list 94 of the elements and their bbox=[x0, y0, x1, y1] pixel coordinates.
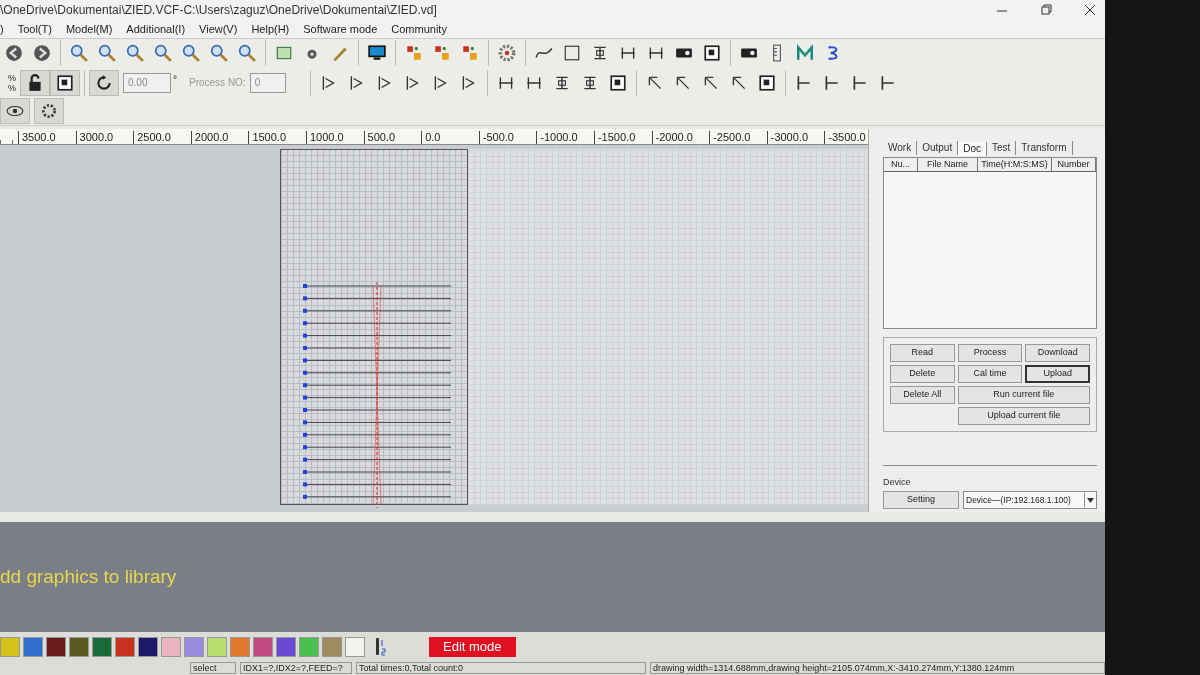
restore-icon[interactable] bbox=[1039, 3, 1053, 17]
percent-sign: % bbox=[8, 72, 16, 83]
layer-icon bbox=[376, 637, 386, 657]
color-swatch[interactable] bbox=[207, 637, 227, 657]
menu-item[interactable]: Model(M) bbox=[65, 20, 113, 38]
magnifier-icon[interactable] bbox=[238, 44, 256, 63]
square-icon[interactable] bbox=[563, 44, 581, 63]
frame-icon[interactable] bbox=[703, 44, 721, 63]
percent-sign: % bbox=[8, 82, 16, 93]
color-swatch[interactable] bbox=[0, 637, 20, 657]
ruler-label: 500.0 bbox=[363, 130, 422, 144]
message-text: dd graphics to library bbox=[0, 564, 177, 589]
lock-button[interactable] bbox=[20, 69, 50, 96]
color-swatch[interactable] bbox=[138, 637, 158, 657]
color-swatch[interactable] bbox=[276, 637, 296, 657]
edit-mode-button[interactable]: Edit mode bbox=[429, 637, 516, 657]
ruler-label: -2000.0 bbox=[651, 130, 710, 144]
nodes-icon[interactable] bbox=[433, 44, 451, 63]
magnifier-icon[interactable] bbox=[70, 44, 88, 63]
menu-item[interactable]: Additional(I) bbox=[126, 20, 186, 38]
magnifier-icon[interactable] bbox=[154, 44, 172, 63]
menu-item[interactable]: Community bbox=[391, 20, 447, 38]
forward-icon[interactable] bbox=[33, 44, 51, 63]
degree-symbol: ° bbox=[173, 72, 177, 87]
status-text: Total times:0,Total count:0 bbox=[356, 662, 646, 674]
panel-tab[interactable]: Doc bbox=[958, 141, 987, 156]
color-swatch[interactable] bbox=[161, 637, 181, 657]
panel-button[interactable]: Delete bbox=[890, 364, 955, 383]
frame-icon[interactable] bbox=[757, 73, 776, 92]
pen-icon[interactable] bbox=[331, 44, 349, 63]
settings-button[interactable] bbox=[34, 98, 64, 125]
color-swatch[interactable] bbox=[230, 637, 250, 657]
frame-icon bbox=[56, 73, 74, 92]
magnifier-icon[interactable] bbox=[182, 44, 200, 63]
color-swatch[interactable] bbox=[253, 637, 273, 657]
magnifier-icon[interactable] bbox=[210, 44, 228, 63]
panel-button[interactable]: Delete All bbox=[890, 385, 955, 404]
color-swatch[interactable] bbox=[92, 637, 112, 657]
letter-m-icon[interactable] bbox=[796, 44, 814, 63]
color-swatch[interactable] bbox=[115, 637, 135, 657]
group-label: Device bbox=[883, 475, 912, 489]
column-header[interactable]: Number bbox=[1052, 157, 1096, 171]
ruler-label: 3000.0 bbox=[75, 130, 134, 144]
panel-button[interactable]: Upload bbox=[1025, 364, 1090, 383]
column-header[interactable]: Time(H:M:S:MS) bbox=[978, 157, 1052, 171]
monitor-icon[interactable] bbox=[368, 44, 386, 63]
column-header[interactable]: Nu... bbox=[884, 157, 918, 171]
process-label: Process NO: bbox=[189, 76, 246, 91]
nodes-icon[interactable] bbox=[461, 44, 479, 63]
color-swatch[interactable] bbox=[345, 637, 365, 657]
settings-icon[interactable] bbox=[498, 44, 516, 63]
panel-button[interactable]: Run current file bbox=[957, 385, 1090, 404]
panel-tab[interactable]: Work bbox=[883, 140, 918, 155]
status-text: drawing width=1314.688mm,drawing height=2105.074mm,X:-3410.274mm,Y:1380.124mm bbox=[650, 662, 1105, 674]
rotate-button[interactable] bbox=[89, 69, 119, 96]
window-title: \OneDrive\Dokumentai\ZIED.VCF-C:\Users\zaguz\OneDrive\Dokumentai\ZIED.vd] bbox=[0, 2, 437, 19]
menu-item[interactable]: Help(H) bbox=[251, 20, 290, 38]
panel-button[interactable]: Upload current file bbox=[957, 406, 1090, 425]
panel-button[interactable]: Read bbox=[890, 343, 955, 362]
magnifier-icon[interactable] bbox=[126, 44, 144, 63]
color-swatch[interactable] bbox=[184, 637, 204, 657]
status-text: IDX1=?,IDX2=?,FEED=? bbox=[240, 662, 352, 674]
ruler-label: 1000.0 bbox=[305, 130, 364, 144]
menu-item[interactable]: ) bbox=[0, 20, 4, 38]
setting-button[interactable]: Setting bbox=[883, 491, 959, 510]
rotate-icon bbox=[95, 73, 113, 92]
device-dropdown[interactable]: Device—(IP:192.168.1.100) bbox=[963, 491, 1097, 510]
color-swatch[interactable] bbox=[69, 637, 89, 657]
menu-item[interactable]: Tool(T) bbox=[17, 20, 52, 38]
caret-icon bbox=[1087, 497, 1094, 503]
ruler-label: 3500.0 bbox=[18, 130, 76, 144]
frame-icon[interactable] bbox=[608, 73, 627, 92]
color-swatch[interactable] bbox=[299, 637, 319, 657]
menu-item[interactable]: View(V) bbox=[199, 20, 238, 38]
lock-icon bbox=[26, 73, 44, 92]
panel-tab[interactable]: Test bbox=[987, 140, 1017, 155]
magnifier-icon[interactable] bbox=[98, 44, 116, 63]
ruler-label: -1500.0 bbox=[593, 130, 652, 144]
panel-button[interactable]: Cal time bbox=[957, 364, 1023, 383]
close-icon[interactable] bbox=[1083, 3, 1097, 17]
color-swatch[interactable] bbox=[46, 637, 66, 657]
eye-button[interactable] bbox=[0, 98, 30, 125]
panel-button[interactable]: Download bbox=[1025, 343, 1090, 362]
panel-tab[interactable]: Transform bbox=[1016, 140, 1073, 155]
column-header[interactable]: File Name bbox=[918, 157, 978, 171]
color-swatch[interactable] bbox=[23, 637, 43, 657]
color-swatch[interactable] bbox=[322, 637, 342, 657]
frame-button[interactable] bbox=[50, 69, 80, 96]
panel-button[interactable]: Process bbox=[957, 343, 1023, 362]
back-icon[interactable] bbox=[5, 44, 23, 63]
status-text: select bbox=[190, 662, 236, 674]
menu-item[interactable]: Software mode bbox=[303, 20, 378, 38]
settings-icon bbox=[40, 102, 58, 121]
nodes-icon[interactable] bbox=[405, 44, 423, 63]
